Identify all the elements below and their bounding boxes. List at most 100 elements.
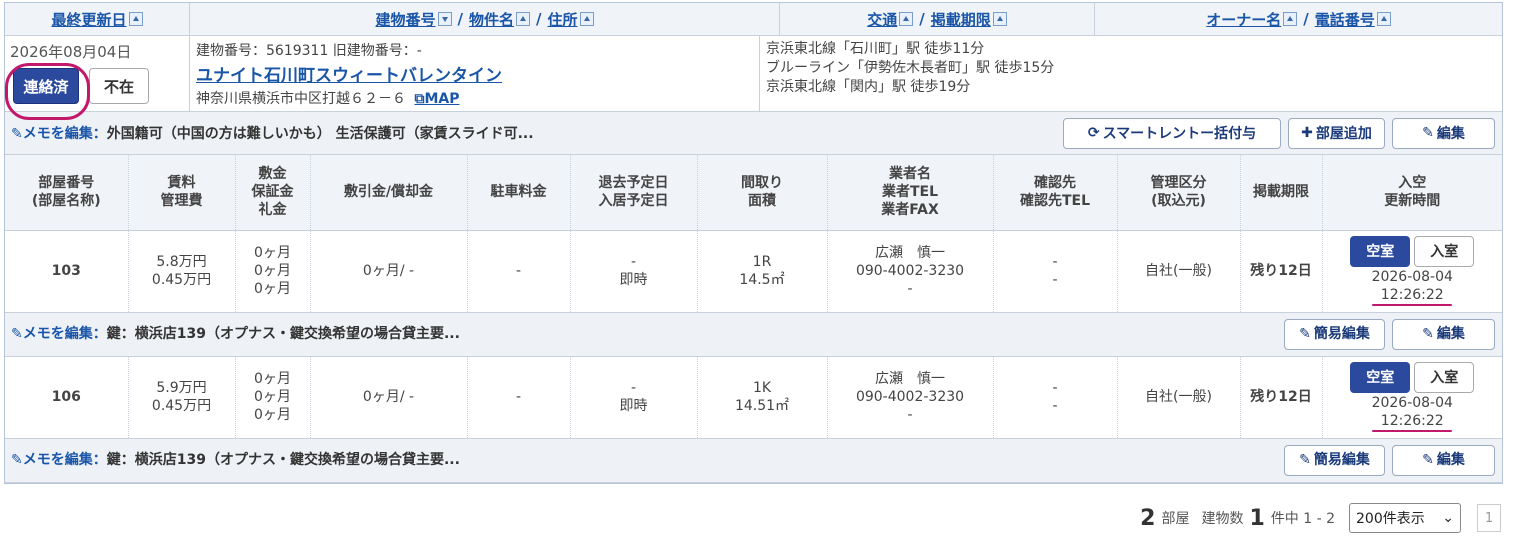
column-header: 入空 更新時間 xyxy=(1322,155,1502,231)
deposit: 0ヶ月 xyxy=(254,245,291,261)
column-header: 駐車料金 xyxy=(467,155,571,231)
absent-button[interactable]: 不在 xyxy=(89,68,149,104)
table-row: 103 5.8万円 0.45万円 0ヶ月 0ヶ月 0ヶ月 0ヶ月/ - - - 即時 1R 14.5㎡… xyxy=(5,230,1502,313)
shikibiki: 0ヶ月/ - xyxy=(362,263,415,279)
last-updated-date: 2026年08月04日 xyxy=(10,43,132,61)
sort-building-number-link[interactable]: 建物番号 xyxy=(375,9,435,30)
header-separator: / xyxy=(457,10,463,28)
sort-up-icon[interactable] xyxy=(516,12,530,26)
sort-up-icon[interactable] xyxy=(128,12,143,26)
pencil-icon: ✎ xyxy=(1422,125,1434,141)
agent-name: 広瀬 慎一 xyxy=(875,371,945,387)
vacant-button[interactable]: 空室 xyxy=(1350,362,1411,393)
edit-building-button[interactable]: ✎ 編集 xyxy=(1392,117,1495,149)
quick-edit-button[interactable]: ✎ 簡易編集 xyxy=(1284,318,1385,350)
column-header-line: (取込元) xyxy=(1151,193,1206,210)
sort-last-updated-link[interactable]: 最終更新日 xyxy=(51,9,126,30)
memo-edit-link[interactable]: ✎メモを編集： xyxy=(11,452,107,468)
room-count: 2 xyxy=(1140,505,1156,531)
column-header-line: 確認先 xyxy=(1034,175,1076,192)
building-count: 1 xyxy=(1249,505,1265,531)
add-room-button[interactable]: ✚ 部屋追加 xyxy=(1288,117,1385,149)
room-memo-row: ✎メモを編集：鍵：横浜店139（オプナス・鍵交換希望の場合貸主要... ✎ 簡易編… xyxy=(5,438,1502,483)
per-page-select[interactable]: 200件表示 ⌄ xyxy=(1349,503,1461,533)
listing-deadline: 残り12日 xyxy=(1250,263,1312,279)
pagination-bar: 2 部屋 建物数 1 件中 1 - 2 200件表示 ⌄ 1 xyxy=(1140,503,1501,533)
column-header-line: 確認先TEL xyxy=(1019,193,1091,210)
header-cell-date: 最終更新日 xyxy=(5,3,190,35)
building-name-cell: 建物番号：5619311 旧建物番号：- ユナイト石川町スウィートバレンタイン … xyxy=(190,36,760,111)
column-header-line: 保証金 xyxy=(251,184,294,201)
agent-tel: 090-4002-3230 xyxy=(855,263,965,279)
move-in-date: 即時 xyxy=(619,398,648,414)
column-header-line: 管理区分 xyxy=(1150,175,1207,192)
quick-edit-label: 簡易編集 xyxy=(1313,452,1370,468)
memo-edit-link[interactable]: ✎メモを編集： xyxy=(11,126,107,142)
table-cell: 残り12日 xyxy=(1240,356,1323,439)
building-address: 神奈川県横浜市中区打越６２－６ xyxy=(196,91,406,107)
header-separator: / xyxy=(536,10,542,28)
column-header-line: 業者名 xyxy=(889,166,931,183)
edit-room-button[interactable]: ✎ 編集 xyxy=(1392,444,1495,476)
result-range: 件中 1 - 2 xyxy=(1270,511,1335,527)
table-header-row: 部屋番号 (部屋名称) 賃料 管理費 敷金 保証金 礼金 敷引金/償却金 駐車料金 退去予定日 入居… xyxy=(5,155,1502,231)
quick-edit-label: 簡易編集 xyxy=(1313,326,1370,342)
memo-prefix: メモを編集： xyxy=(22,126,107,142)
sort-property-name-link[interactable]: 物件名 xyxy=(469,9,514,30)
edit-memo-icon: ✎ xyxy=(11,326,23,342)
enter-button[interactable]: 入室 xyxy=(1414,362,1475,393)
sort-owner-link[interactable]: オーナー名 xyxy=(1206,9,1281,30)
map-link[interactable]: ⧉MAP xyxy=(414,91,459,107)
memo-prefix: メモを編集： xyxy=(22,452,107,468)
transit-line: 京浜東北線「関内」駅 徒歩19分 xyxy=(766,79,971,95)
sort-up-icon[interactable] xyxy=(992,12,1007,26)
memo-edit-link[interactable]: ✎メモを編集： xyxy=(11,326,107,342)
room-label: 部屋 xyxy=(1161,511,1190,527)
sort-up-icon[interactable] xyxy=(579,12,594,26)
edit-memo-icon: ✎ xyxy=(11,126,23,142)
quick-edit-button[interactable]: ✎ 簡易編集 xyxy=(1284,444,1385,476)
plus-icon: ✚ xyxy=(1301,125,1313,141)
confirm-tel: - xyxy=(1052,272,1058,288)
table-cell: - xyxy=(467,230,571,313)
key-money: 0ヶ月 xyxy=(254,281,291,297)
add-room-label: 部屋追加 xyxy=(1315,126,1372,142)
key-money: 0ヶ月 xyxy=(254,407,291,423)
shikibiki: 0ヶ月/ - xyxy=(362,389,415,405)
smart-rent-button[interactable]: ⟳ スマートレントー括付与 xyxy=(1063,117,1281,149)
sort-transit-link[interactable]: 交通 xyxy=(867,9,897,30)
edit-room-button[interactable]: ✎ 編集 xyxy=(1392,318,1495,350)
table-cell: 広瀬 慎一 090-4002-3230 - xyxy=(827,356,994,439)
sort-up-icon[interactable] xyxy=(899,12,914,26)
column-header-line: 退去予定日 xyxy=(598,175,669,192)
building-name-link[interactable]: ユナイト石川町スウィートバレンタイン xyxy=(196,61,759,86)
building-memo-bar: ✎メモを編集：外国籍可（中国の方は難しいかも） 生活保護可（家賃スライド可...… xyxy=(5,112,1502,155)
rent: 5.8万円 xyxy=(156,254,207,270)
building-info-row: 2026年08月04日 連絡済 不在 建物番号：5619311 旧建物番号：- … xyxy=(5,36,1502,120)
vacant-button[interactable]: 空室 xyxy=(1350,236,1411,267)
edit-label: 編集 xyxy=(1436,326,1465,342)
move-out-date: - xyxy=(630,380,637,396)
column-header-line: 間取り xyxy=(741,175,783,192)
enter-button[interactable]: 入室 xyxy=(1414,236,1475,267)
management-type: 自社(一般) xyxy=(1145,389,1212,405)
table-cell: 広瀬 慎一 090-4002-3230 - xyxy=(827,230,994,313)
move-out-date: - xyxy=(630,254,637,270)
column-header-line: 管理費 xyxy=(160,193,203,210)
parking-fee: - xyxy=(515,263,522,279)
sort-up-icon[interactable] xyxy=(1376,12,1391,26)
sort-deadline-link[interactable]: 掲載期限 xyxy=(931,9,991,30)
sort-down-icon[interactable] xyxy=(437,12,452,26)
column-header: 敷金 保証金 礼金 xyxy=(235,155,311,231)
sort-address-link[interactable]: 住所 xyxy=(547,9,577,30)
agent-fax: - xyxy=(907,407,913,423)
room-memo-text: 鍵：横浜店139（オプナス・鍵交換希望の場合貸主要... xyxy=(106,452,460,468)
page-button[interactable]: 1 xyxy=(1477,504,1501,532)
table-cell: - 即時 xyxy=(570,230,698,313)
sort-up-icon[interactable] xyxy=(1283,12,1298,26)
memo-prefix: メモを編集： xyxy=(22,326,107,342)
property-list: 最終更新日 建物番号 / 物件名 / 住所 交通 / 掲載期限 オーナー名 / … xyxy=(4,2,1503,484)
column-header: 管理区分 (取込元) xyxy=(1117,155,1241,231)
room-memo-cell: ✎メモを編集：鍵：横浜店139（オプナス・鍵交換希望の場合貸主要... ✎ 簡易編… xyxy=(5,438,1502,483)
sort-phone-link[interactable]: 電話番号 xyxy=(1315,9,1375,30)
